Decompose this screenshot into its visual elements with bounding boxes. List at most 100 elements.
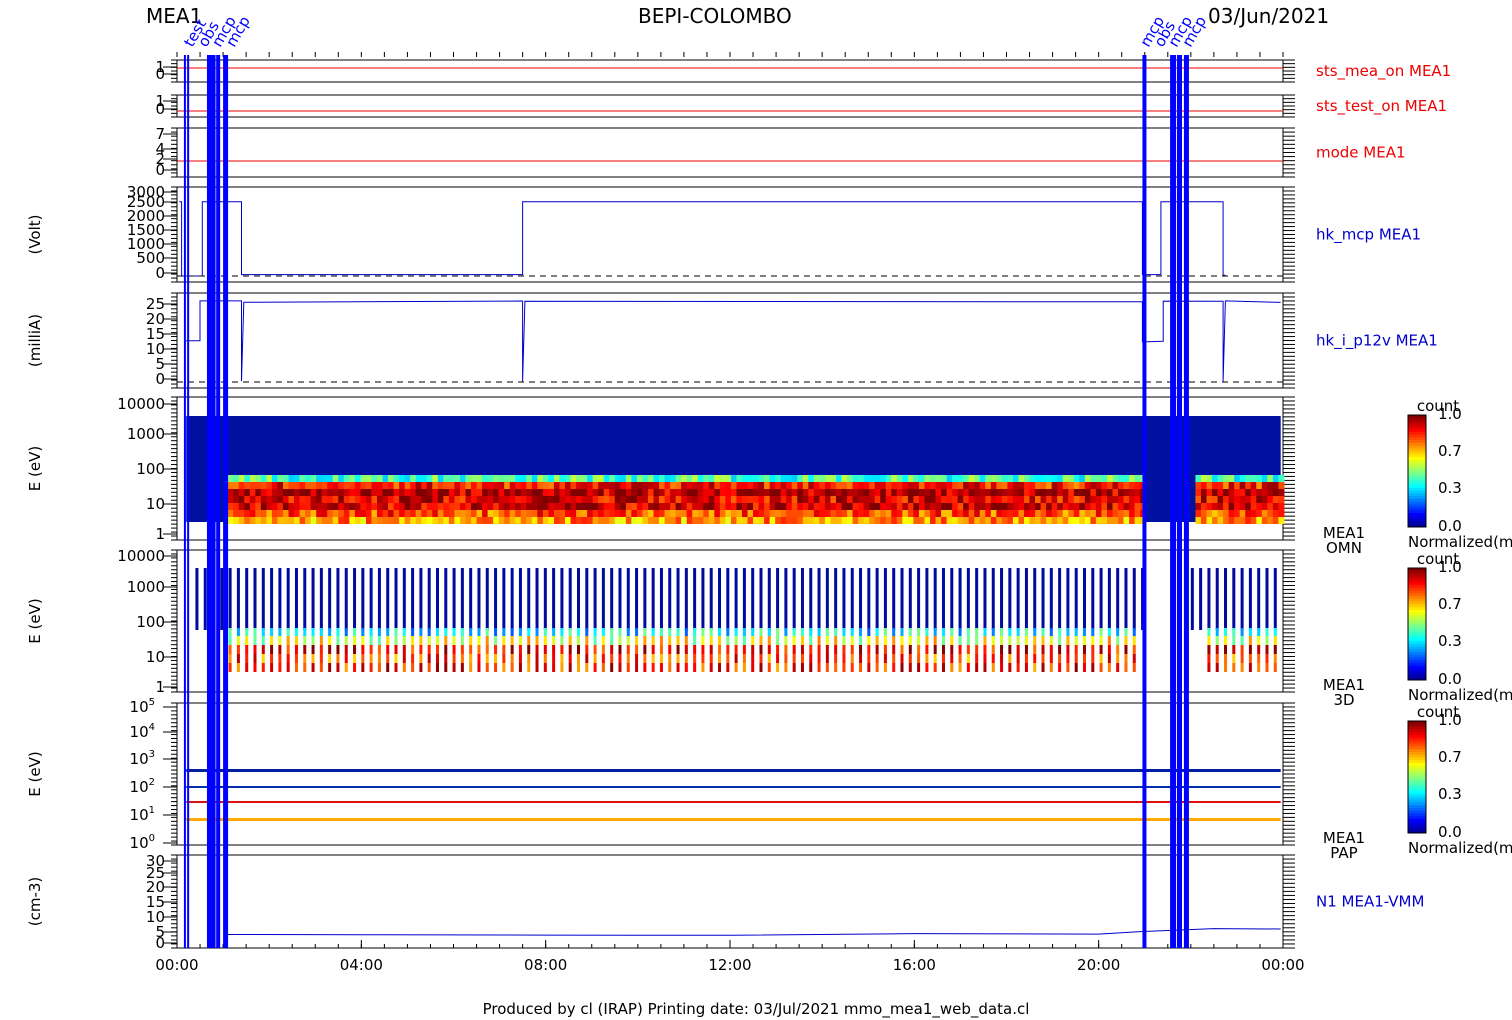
spectrogram-cell [559,489,566,496]
spectrogram-cell [1095,503,1102,510]
spectrogram-cell [734,654,738,663]
spectrogram-cell [642,482,649,489]
spectrogram-cell [867,654,871,663]
y-tick-label: 101 [130,805,155,824]
spectrogram-cell [1066,636,1070,645]
spectrogram-cell [908,628,912,637]
spectrogram-cell [592,510,599,517]
spectrogram-cell [282,496,290,503]
spectrogram-cell [653,482,660,489]
spectrogram-band [186,769,1281,772]
spectrogram-cell [786,510,793,517]
spectrogram-cell [718,654,722,663]
spectrogram-cell [393,503,400,510]
spectrogram-cell [443,517,450,524]
spectrogram-cell [676,628,680,637]
spectrogram-cell [642,503,649,510]
spectrogram-cell [587,496,594,503]
spectrogram-cell [966,645,970,654]
spectrogram-cell [404,503,411,510]
spectrogram-cell [1200,475,1208,482]
spectrogram-cell [659,568,663,630]
spectrogram-cell [610,663,614,672]
spectrogram-cell [493,517,500,524]
spectrogram-cell [1041,628,1045,637]
spectrogram-cell [477,645,481,654]
spectrogram-cell [966,568,970,630]
spectrogram-cell [477,628,481,637]
spectrogram-cell [1267,517,1274,524]
spectrogram-cell [577,663,581,672]
spectrogram-cell [448,503,455,510]
colorbar-pap: count1.00.70.30.0Normalized(m [1407,703,1512,857]
spectrogram-cell [388,489,395,496]
spectrogram-cell [477,636,481,645]
spectrogram-cell [1267,482,1274,489]
spectrogram-cell [842,628,846,637]
spectrogram-cell [531,496,538,503]
spectrogram-cell [686,475,693,482]
spectrogram-cell [1057,510,1064,517]
spectrogram-cell [1232,636,1236,645]
spectrogram-cell [249,496,256,503]
spectrogram-cell [651,636,655,645]
spectrogram-cell [1007,510,1014,517]
spectrogram-cell [996,503,1003,510]
spectrogram-cell [664,475,671,482]
spectrogram-cell [835,482,843,489]
spectrogram-cell [294,636,298,645]
spectrogram-cell [858,496,865,503]
spectrogram-cell [1062,510,1069,517]
spectrogram-cell [1250,517,1257,524]
spectrogram-cell [917,645,921,654]
spectrogram-cell [432,517,439,524]
spectrogram-cell [741,503,749,510]
spectrogram-cell [399,475,406,482]
spectrogram-cell [537,482,544,489]
spectrogram-cell [701,663,705,672]
spectrogram-cell [349,517,356,524]
spectrogram-cell [244,482,251,489]
spectrogram-cell [1084,489,1091,496]
spectrogram-cell [570,482,577,489]
x-tick-label: 08:00 [524,956,567,974]
spectrogram-cell [1012,482,1019,489]
spectrogram-cell [714,475,721,482]
spectrogram-cell [593,636,597,645]
spectrogram-cell [494,645,498,654]
spectrogram-cell [527,645,531,654]
series-line [186,300,1281,382]
spectrogram-cell [260,482,267,489]
spectrogram-cell [670,475,677,482]
spectrogram-cell [1134,517,1141,524]
spectrogram-cell [1024,568,1028,630]
spectrogram-cell [791,510,798,517]
spectrogram-cell [261,636,265,645]
spectrogram-cell [349,510,356,517]
spectrogram-cell [542,510,549,517]
spectrogram-cell [509,496,516,503]
spectrogram-cell [592,482,599,489]
spectrogram-cell [626,568,630,630]
spectrogram-cell [751,636,755,645]
spectrogram-cell [1207,628,1211,637]
spectrogram-cell [647,517,655,524]
spectrogram-cell [361,636,365,645]
spectrogram-cell [767,663,771,672]
spectrogram-cell [360,489,367,496]
spectrogram-cell [587,510,594,517]
spectrogram-cell [684,645,688,654]
spectrogram-cell [941,636,945,645]
spectrogram-cell [925,663,929,672]
spectrogram-cell [1082,628,1086,637]
spectrogram-cell [626,654,630,663]
spectrogram-cell [531,475,538,482]
spectrogram-cell [1124,645,1128,654]
spectrogram-cell [444,636,448,645]
spectrogram-cell [227,496,234,503]
spectrogram-cell [560,568,564,630]
spectrogram-cell [437,496,444,503]
spectrogram-cell [809,568,813,630]
spectrogram-cell [261,645,265,654]
spectrogram-cell [767,628,771,637]
